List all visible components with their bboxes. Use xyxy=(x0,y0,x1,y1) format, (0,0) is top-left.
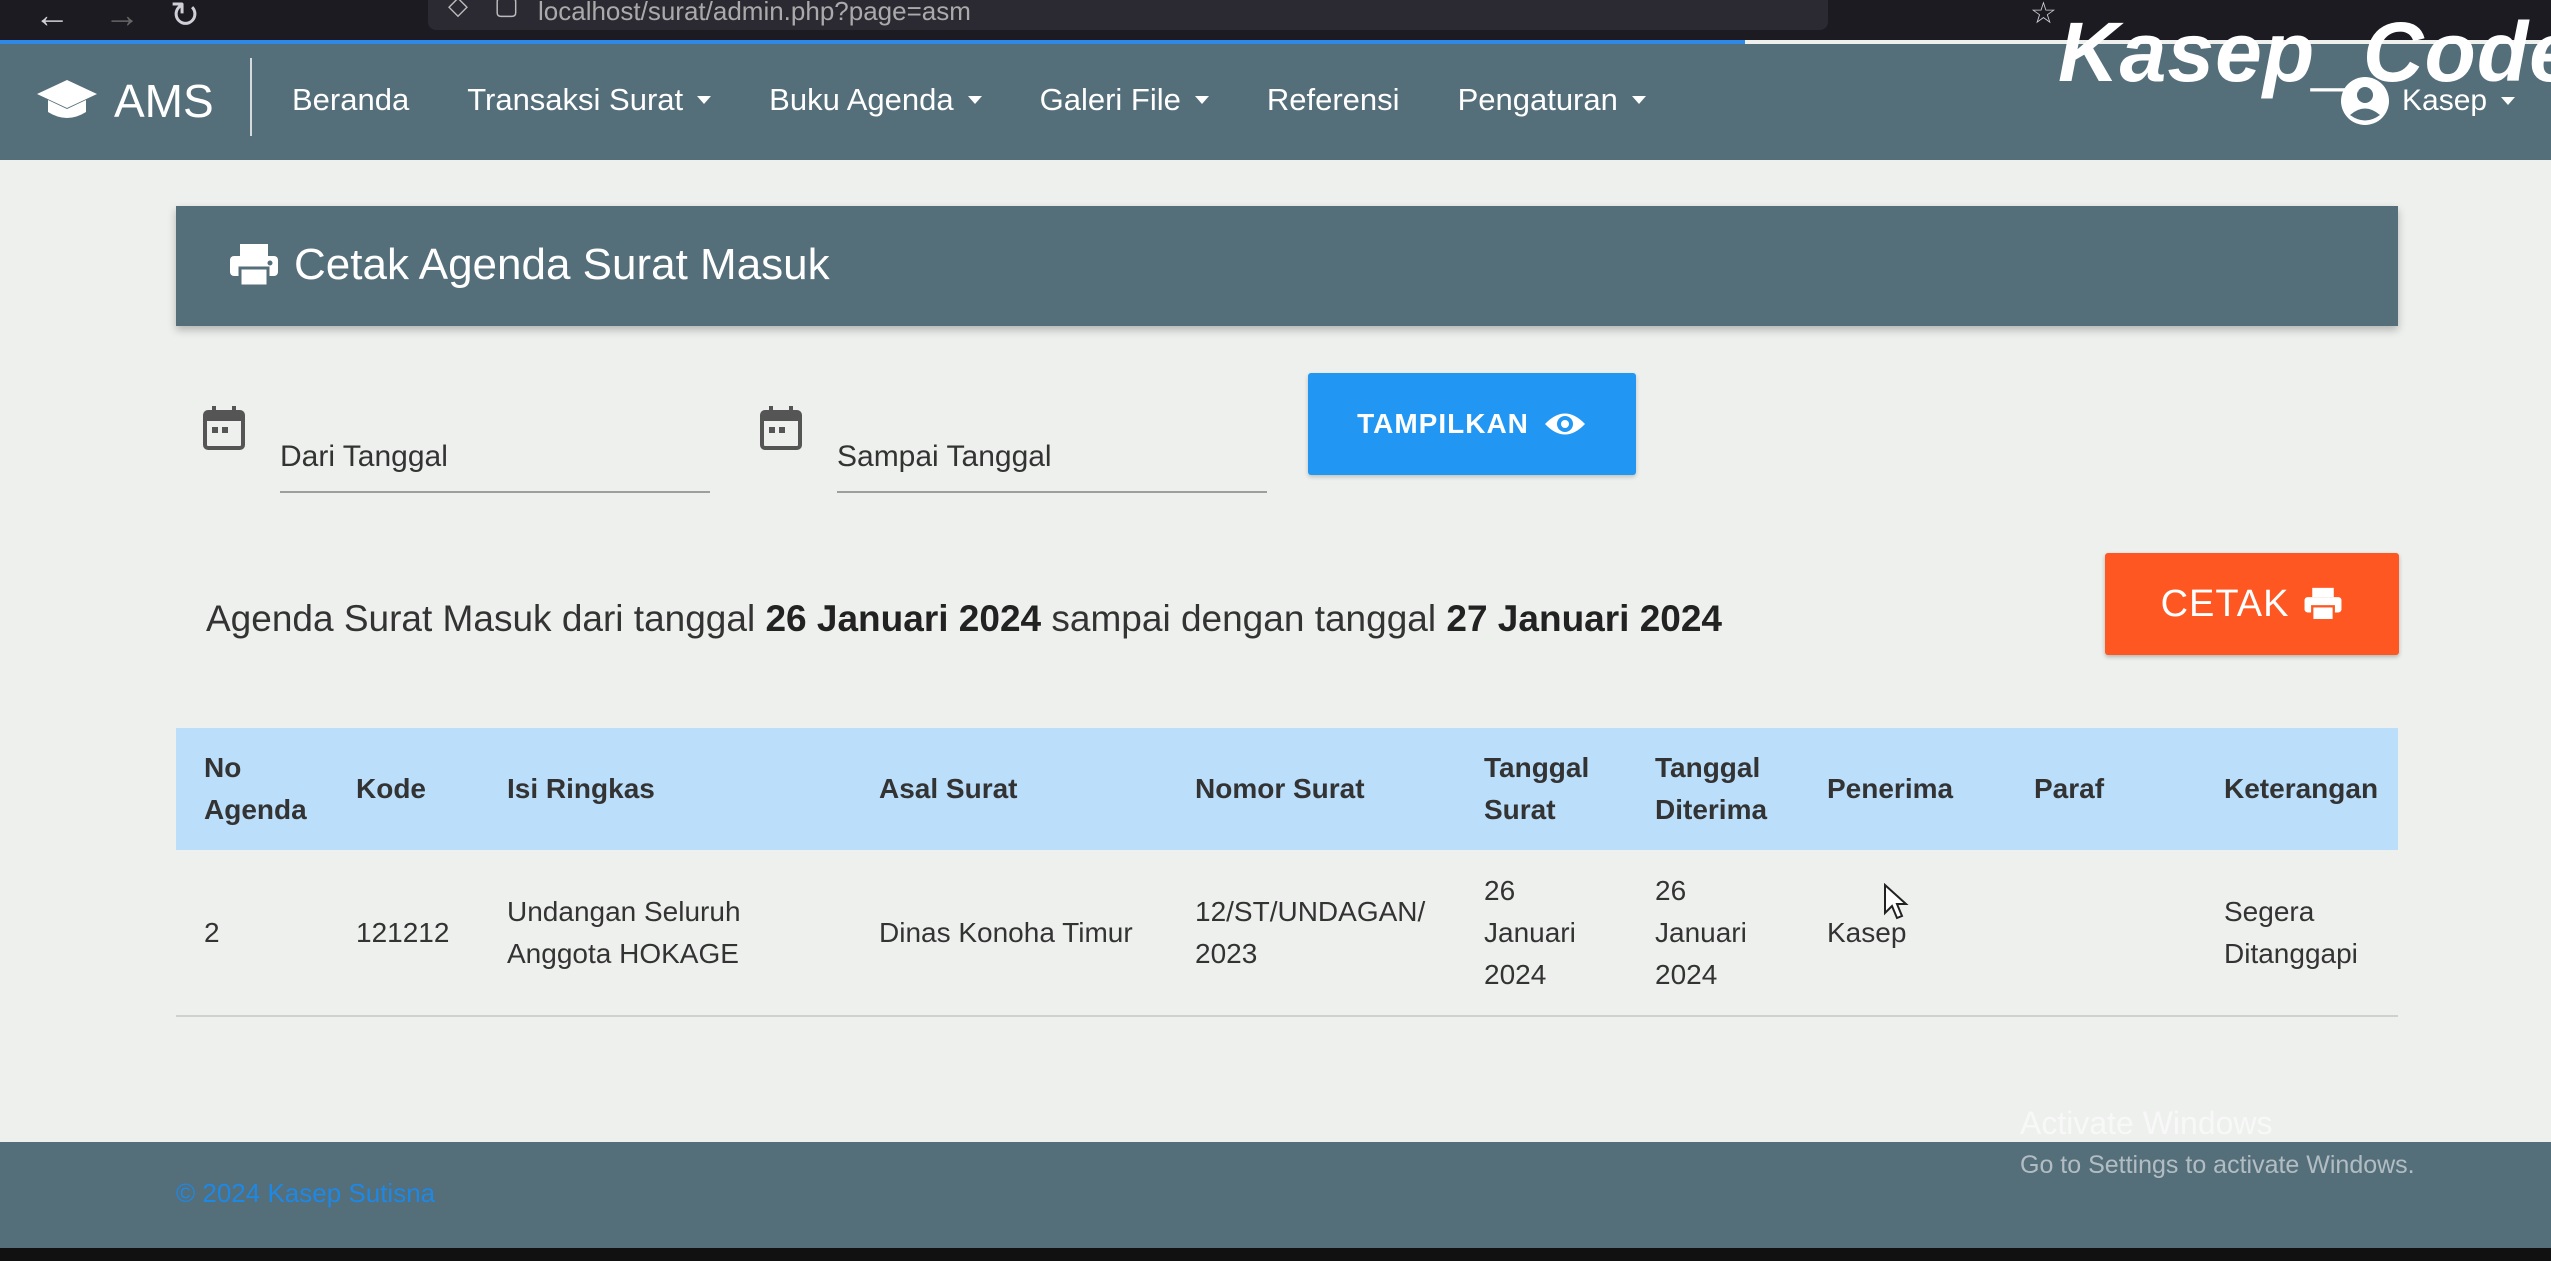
shield-icon: ◇ xyxy=(448,0,468,20)
graduation-cap-icon xyxy=(37,80,97,118)
table-header-row: No Agenda Kode Isi Ringkas Asal Surat No… xyxy=(176,728,2398,850)
menu-label: Referensi xyxy=(1266,82,1400,117)
reload-icon[interactable]: ↻ xyxy=(170,0,200,36)
agenda-table: No Agenda Kode Isi Ringkas Asal Surat No… xyxy=(176,728,2398,1017)
calendar-icon xyxy=(203,406,245,450)
page-title-card: Cetak Agenda Surat Masuk xyxy=(176,206,2398,326)
forward-arrow-icon[interactable]: → xyxy=(104,0,140,36)
cell-tanggal-surat: 26 Januari 2024 xyxy=(1484,874,1576,990)
col-paraf: Paraf xyxy=(2034,773,2105,804)
printer-icon xyxy=(230,244,278,288)
printer-icon xyxy=(2304,587,2342,622)
col-nomor-surat: Nomor Surat xyxy=(1195,773,1365,804)
menu-label: Buku Agenda xyxy=(769,82,954,117)
menu-referensi[interactable]: Referensi xyxy=(1267,82,1400,118)
address-bar[interactable]: ◇ ▢ localhost/surat/admin.php?page=asm xyxy=(428,0,1828,30)
cell-paraf xyxy=(2006,850,2196,1016)
back-arrow-icon[interactable]: ← xyxy=(34,0,70,36)
show-button[interactable]: TAMPILKAN xyxy=(1308,373,1636,475)
brand-divider xyxy=(250,58,252,136)
cell-penerima: Kasep xyxy=(1827,916,1907,948)
col-kode: Kode xyxy=(356,773,426,804)
cell-kode: 121212 xyxy=(356,916,450,948)
col-tanggal-surat: Tanggal Surat xyxy=(1484,752,1590,825)
caret-down-icon xyxy=(1631,96,1646,104)
main-menu: Beranda Transaksi Surat Buku Agenda Gale… xyxy=(292,82,1704,118)
menu-transaksi-surat[interactable]: Transaksi Surat xyxy=(467,82,712,118)
print-button[interactable]: CETAK xyxy=(2105,553,2399,655)
activate-windows-subtitle: Go to Settings to activate Windows. xyxy=(2020,1151,2415,1179)
caret-down-icon xyxy=(1194,96,1209,104)
url-text: localhost/surat/admin.php?page=asm xyxy=(538,0,971,26)
menu-buku-agenda[interactable]: Buku Agenda xyxy=(769,82,982,118)
page-icon: ▢ xyxy=(494,0,519,20)
menu-label: Galeri File xyxy=(1039,82,1181,117)
col-tanggal-diterima: Tanggal Diterima xyxy=(1655,752,1768,825)
cell-asal-surat: Dinas Konoha Timur xyxy=(879,916,1133,948)
col-penerima: Penerima xyxy=(1827,773,1954,804)
cell-isi-ringkas: Undangan Seluruh Anggota HOKAGE xyxy=(507,895,741,969)
from-date-input[interactable] xyxy=(280,423,710,493)
print-button-label: CETAK xyxy=(2160,582,2290,625)
caret-down-icon xyxy=(967,96,982,104)
cell-keterangan: Segera Ditanggapi xyxy=(2224,895,2358,969)
brand[interactable]: AMS xyxy=(36,74,214,128)
agenda-range-summary: Agenda Surat Masuk dari tanggal 26 Janua… xyxy=(206,598,1722,640)
to-date-input[interactable] xyxy=(837,423,1267,493)
footer-copyright[interactable]: © 2024 Kasep Sutisna xyxy=(176,1178,435,1209)
page-title: Cetak Agenda Surat Masuk xyxy=(294,240,830,289)
menu-label: Beranda xyxy=(292,82,410,117)
video-watermark: Kasep_Code xyxy=(2058,5,2551,99)
summary-to-date: 27 Januari 2024 xyxy=(1446,598,1723,639)
menu-pengaturan[interactable]: Pengaturan xyxy=(1458,82,1646,118)
menu-beranda[interactable]: Beranda xyxy=(292,82,409,118)
col-no-agenda: No Agenda xyxy=(204,752,307,825)
summary-middle: sampai dengan tanggal xyxy=(1051,598,1437,639)
cell-tanggal-diterima: 26 Januari 2024 xyxy=(1655,874,1747,990)
table-row: 2 121212 Undangan Seluruh Anggota HOKAGE… xyxy=(176,850,2398,1016)
os-taskbar xyxy=(0,1248,2551,1261)
menu-galeri-file[interactable]: Galeri File xyxy=(1040,82,1209,118)
cell-nomor-surat: 12/ST/UNDAGAN/ 2023 xyxy=(1195,895,1426,969)
summary-from-date: 26 Januari 2024 xyxy=(765,598,1042,639)
calendar-icon xyxy=(760,406,802,450)
activate-windows-title: Activate Windows xyxy=(2020,1105,2273,1141)
col-isi-ringkas: Isi Ringkas xyxy=(507,773,655,804)
star-icon[interactable]: ☆ xyxy=(2030,0,2057,31)
eye-icon xyxy=(1544,413,1585,435)
caret-down-icon xyxy=(697,96,712,104)
cell-no-agenda: 2 xyxy=(204,916,220,948)
col-keterangan: Keterangan xyxy=(2224,773,2379,804)
summary-prefix: Agenda Surat Masuk dari tanggal xyxy=(206,598,756,639)
col-asal-surat: Asal Surat xyxy=(879,773,1018,804)
menu-label: Transaksi Surat xyxy=(467,82,684,117)
show-button-label: TAMPILKAN xyxy=(1357,408,1529,439)
brand-name: AMS xyxy=(114,75,214,127)
menu-label: Pengaturan xyxy=(1457,82,1618,117)
mouse-cursor-icon xyxy=(1884,883,1909,920)
